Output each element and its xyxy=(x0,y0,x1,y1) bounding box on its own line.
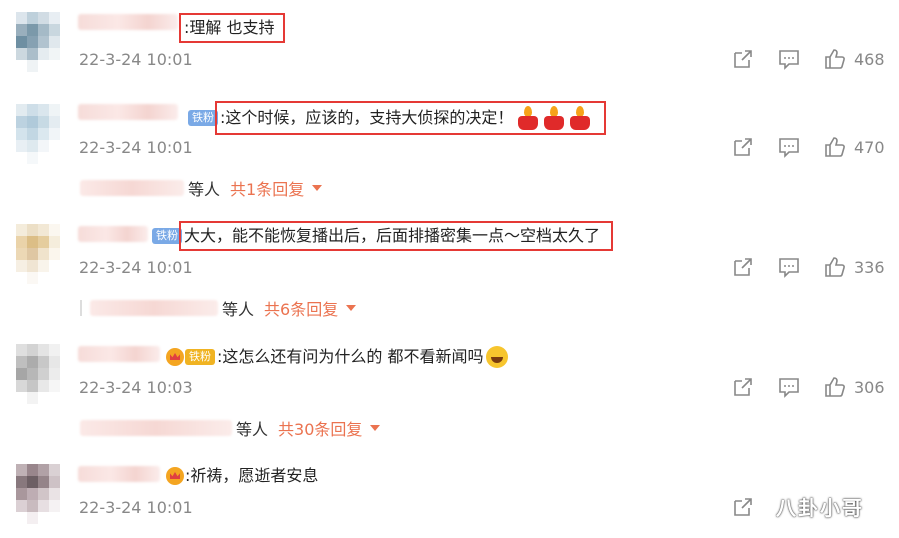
reply-summary[interactable]: 等人 共1条回复 xyxy=(80,176,323,200)
fan-badge[interactable]: 铁粉 xyxy=(152,228,182,244)
reply-count-link[interactable]: 共1条回复 xyxy=(230,176,304,200)
comment-text-row: 铁粉 大大，能不能恢复播出后，后面排播密集一点～空档太久了 xyxy=(152,221,614,251)
comment-time: 22-3-24 10:01 xyxy=(79,50,193,69)
thumbs-up-icon[interactable] xyxy=(824,136,846,158)
reply-suffix: 等人 xyxy=(236,420,269,439)
chevron-down-icon[interactable] xyxy=(370,425,381,431)
comment-actions: 470 xyxy=(732,136,885,158)
crown-badge-icon xyxy=(166,467,184,485)
fan-badge[interactable]: 铁粉 xyxy=(185,349,215,365)
comment-text: :这个时候，应该的，支持大侦探的决定！ xyxy=(214,101,607,135)
candle-emoji-icon xyxy=(517,106,539,130)
avatar[interactable] xyxy=(16,464,60,524)
comment-icon[interactable] xyxy=(778,48,800,70)
candle-emoji-icon xyxy=(543,106,565,130)
comment-text: :祈祷，愿逝者安息 xyxy=(185,466,319,485)
reply-suffix: 等人 xyxy=(188,180,221,199)
share-icon[interactable] xyxy=(732,256,754,278)
comment-icon[interactable] xyxy=(778,136,800,158)
comment-time: 22-3-24 10:01 xyxy=(79,138,193,157)
chevron-down-icon[interactable] xyxy=(312,185,323,191)
like-count: 470 xyxy=(854,137,885,157)
share-icon[interactable] xyxy=(732,48,754,70)
comment-actions: 336 xyxy=(732,256,885,278)
comment-text-row: :祈祷，愿逝者安息 xyxy=(166,466,318,486)
like-count: 468 xyxy=(854,49,885,69)
share-icon[interactable] xyxy=(732,376,754,398)
candle-emoji-icon xyxy=(569,106,591,130)
chevron-down-icon[interactable] xyxy=(346,305,357,311)
fan-badge[interactable]: 铁粉 xyxy=(188,110,218,126)
comment-text: :这怎么还有问为什么的 都不看新闻吗 xyxy=(217,347,484,366)
username[interactable] xyxy=(78,14,178,30)
reply-usernames xyxy=(80,180,184,196)
username[interactable] xyxy=(78,226,148,242)
watermark: 八卦小哥 xyxy=(776,496,864,520)
comment-time: 22-3-24 10:01 xyxy=(79,498,193,517)
share-icon[interactable] xyxy=(732,136,754,158)
comment-time: 22-3-24 10:01 xyxy=(79,258,193,277)
comment-text: :理解 也支持 xyxy=(178,13,286,43)
comment-icon[interactable] xyxy=(778,376,800,398)
username[interactable] xyxy=(78,346,160,362)
comment-text-row: :理解 也支持 xyxy=(178,13,286,43)
username[interactable] xyxy=(78,466,160,482)
thumbs-up-icon[interactable] xyxy=(824,48,846,70)
thumbs-up-icon[interactable] xyxy=(824,256,846,278)
comment-time: 22-3-24 10:03 xyxy=(79,378,193,397)
reply-usernames xyxy=(90,300,218,316)
crown-badge-icon xyxy=(166,348,184,366)
reply-count-link[interactable]: 共6条回复 xyxy=(264,296,338,320)
comment-text-row: 铁粉 :这怎么还有问为什么的 都不看新闻吗 xyxy=(166,346,509,368)
avatar[interactable] xyxy=(16,224,60,284)
thumbs-up-icon[interactable] xyxy=(824,376,846,398)
comment-actions: 306 xyxy=(732,376,885,398)
reply-summary[interactable]: 等人 共6条回复 xyxy=(80,296,357,320)
avatar[interactable] xyxy=(16,12,60,72)
reply-summary[interactable]: 等人 共30条回复 xyxy=(80,416,381,440)
comment-actions: 468 xyxy=(732,48,885,70)
like-count: 306 xyxy=(854,377,885,397)
share-icon[interactable] xyxy=(732,496,754,518)
comment-text-content: :这个时候，应该的，支持大侦探的决定！ xyxy=(220,108,514,127)
avatar[interactable] xyxy=(16,344,60,404)
reply-divider xyxy=(80,300,82,316)
reply-count-link[interactable]: 共30条回复 xyxy=(278,416,362,440)
comment-text-row: 铁粉 :这个时候，应该的，支持大侦探的决定！ xyxy=(188,101,607,135)
reply-suffix: 等人 xyxy=(222,300,255,319)
username[interactable] xyxy=(78,104,178,120)
laughing-emoji-icon xyxy=(486,346,509,368)
comment-text: 大大，能不能恢复播出后，后面排播密集一点～空档太久了 xyxy=(178,221,614,251)
comment-icon[interactable] xyxy=(778,256,800,278)
comment-actions xyxy=(732,496,778,518)
like-count: 336 xyxy=(854,257,885,277)
avatar[interactable] xyxy=(16,104,60,164)
reply-usernames xyxy=(80,420,232,436)
